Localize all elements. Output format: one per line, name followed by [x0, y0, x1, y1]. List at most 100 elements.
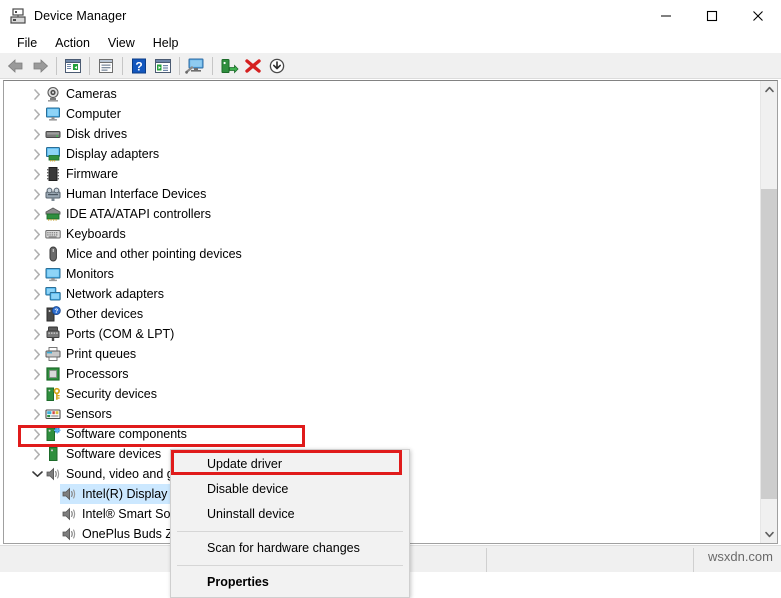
tree-item-network-adapters[interactable]: Network adapters	[4, 284, 759, 304]
scan-hardware-changes-icon[interactable]	[184, 55, 208, 77]
tree-item-disk-drives[interactable]: Disk drives	[4, 124, 759, 144]
chevron-right-icon[interactable]	[29, 204, 45, 224]
network-adapter-icon	[45, 286, 61, 302]
tree-item-label: Network adapters	[66, 287, 164, 301]
tree-item-label: Software components	[66, 427, 187, 441]
title-bar: Device Manager	[0, 0, 781, 32]
menu-help[interactable]: Help	[144, 34, 188, 52]
forward-icon[interactable]	[28, 55, 52, 77]
processor-icon	[45, 366, 61, 382]
tree-item-firmware[interactable]: Firmware	[4, 164, 759, 184]
tree-item-display-adapters[interactable]: Display adapters	[4, 144, 759, 164]
tree-item-mice-and-other-pointing-devices[interactable]: Mice and other pointing devices	[4, 244, 759, 264]
chevron-right-icon[interactable]	[29, 84, 45, 104]
status-bar-separator	[693, 548, 694, 572]
chevron-right-icon[interactable]	[29, 164, 45, 184]
tree-item-cameras[interactable]: Cameras	[4, 84, 759, 104]
toolbar-separator	[212, 56, 213, 75]
printer-icon	[45, 346, 61, 362]
software-component-icon	[45, 426, 61, 442]
show-hide-console-tree-icon[interactable]	[61, 55, 85, 77]
chevron-right-icon[interactable]	[29, 284, 45, 304]
menu-bar: File Action View Help	[0, 32, 781, 53]
menu-action[interactable]: Action	[46, 34, 99, 52]
tree-item-label: Intel(R) Display A	[82, 487, 179, 501]
chevron-right-icon[interactable]	[29, 324, 45, 344]
context-menu-item-properties[interactable]: Properties	[171, 570, 409, 595]
context-menu-item-update-driver[interactable]: Update driver	[171, 452, 409, 477]
chevron-right-icon[interactable]	[29, 184, 45, 204]
chevron-right-icon[interactable]	[29, 144, 45, 164]
menu-file[interactable]: File	[8, 34, 46, 52]
maximize-button[interactable]	[689, 0, 735, 32]
context-menu[interactable]: Update driver Disable device Uninstall d…	[170, 449, 410, 598]
chevron-right-icon[interactable]	[29, 304, 45, 324]
tree-item-label: Human Interface Devices	[66, 187, 207, 201]
properties-icon[interactable]	[94, 55, 118, 77]
context-menu-item-disable-device[interactable]: Disable device	[171, 477, 409, 502]
tree-item-security-devices[interactable]: Security devices	[4, 384, 759, 404]
chevron-down-icon[interactable]	[29, 464, 45, 484]
tree-item-print-queues[interactable]: Print queues	[4, 344, 759, 364]
status-bar-separator	[486, 548, 487, 572]
chevron-right-icon[interactable]	[29, 244, 45, 264]
toolbar: ?	[0, 53, 781, 79]
sound-controller-icon	[45, 466, 61, 482]
chevron-right-icon[interactable]	[29, 444, 45, 464]
tree-item-label: Cameras	[66, 87, 117, 101]
ide-controller-icon	[45, 206, 61, 222]
tree-item-label: Keyboards	[66, 227, 126, 241]
tree-item-label: Processors	[66, 367, 129, 381]
chevron-right-icon[interactable]	[29, 344, 45, 364]
tree-item-keyboards[interactable]: Keyboards	[4, 224, 759, 244]
tree-item-software-components[interactable]: Software components	[4, 424, 759, 444]
chevron-right-icon[interactable]	[29, 364, 45, 384]
tree-item-human-interface-devices[interactable]: Human Interface Devices	[4, 184, 759, 204]
tree-item-label: Firmware	[66, 167, 119, 181]
chevron-right-icon[interactable]	[29, 424, 45, 444]
chevron-right-icon[interactable]	[29, 124, 45, 144]
tree-item-processors[interactable]: Processors	[4, 364, 759, 384]
tree-item-sensors[interactable]: Sensors	[4, 404, 759, 424]
monitor-icon	[45, 266, 61, 282]
tree-item-label: Monitors	[66, 267, 114, 281]
close-button[interactable]	[735, 0, 781, 32]
context-menu-item-scan-for-hardware-changes[interactable]: Scan for hardware changes	[171, 536, 409, 561]
tree-item-other-devices[interactable]: ? Other devices	[4, 304, 759, 324]
toolbar-separator	[89, 56, 90, 75]
tree-item-label: Display adapters	[66, 147, 160, 161]
back-icon[interactable]	[4, 55, 28, 77]
help-icon[interactable]: ?	[127, 55, 151, 77]
context-menu-item-uninstall-device[interactable]: Uninstall device	[171, 502, 409, 527]
tree-item-label: OnePlus Buds Z	[82, 527, 174, 541]
tree-item-monitors[interactable]: Monitors	[4, 264, 759, 284]
sensor-icon	[45, 406, 61, 422]
chevron-right-icon[interactable]	[29, 104, 45, 124]
menu-view[interactable]: View	[99, 34, 144, 52]
tree-item-label: Computer	[66, 107, 121, 121]
tree-item-ports-com-lpt[interactable]: Ports (COM & LPT)	[4, 324, 759, 344]
minimize-button[interactable]	[643, 0, 689, 32]
device-manager-window: Device Manager File Action View Help ? C…	[0, 0, 781, 598]
chevron-right-icon[interactable]	[29, 404, 45, 424]
window-title: Device Manager	[34, 9, 127, 23]
context-menu-separator	[177, 531, 403, 532]
chevron-right-icon[interactable]	[29, 264, 45, 284]
tree-item-ide-ata-atapi-controllers[interactable]: IDE ATA/ATAPI controllers	[4, 204, 759, 224]
update-driver-icon[interactable]	[217, 55, 241, 77]
toolbar-separator	[56, 56, 57, 75]
tree-item-computer[interactable]: Computer	[4, 104, 759, 124]
scroll-down-button[interactable]	[761, 526, 777, 543]
scroll-up-button[interactable]	[761, 81, 777, 98]
chevron-right-icon[interactable]	[29, 224, 45, 244]
chevron-right-icon[interactable]	[29, 384, 45, 404]
view-icon[interactable]	[151, 55, 175, 77]
scrollbar-thumb[interactable]	[761, 189, 777, 499]
display-adapter-icon	[45, 146, 61, 162]
camera-icon	[45, 86, 61, 102]
toolbar-separator	[179, 56, 180, 75]
vertical-scrollbar[interactable]	[760, 81, 777, 543]
disable-device-icon[interactable]	[265, 55, 289, 77]
uninstall-device-icon[interactable]	[241, 55, 265, 77]
tree-item-label: Other devices	[66, 307, 144, 321]
